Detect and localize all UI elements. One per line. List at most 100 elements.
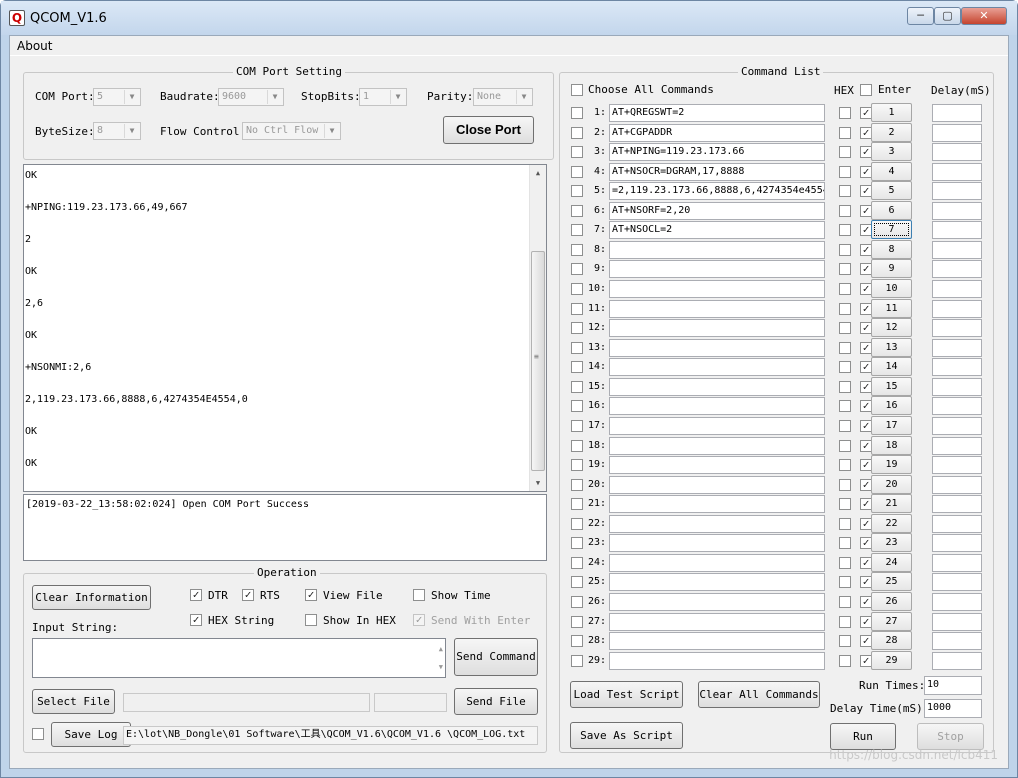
command-delay-input[interactable] — [932, 260, 982, 279]
choose-all-checkbox[interactable] — [571, 84, 583, 96]
command-hex-checkbox[interactable] — [839, 517, 851, 530]
command-hex-checkbox[interactable] — [839, 243, 851, 256]
command-delay-input[interactable] — [932, 299, 982, 318]
command-input[interactable]: AT+NSORF=2,20 — [609, 201, 825, 220]
command-hex-checkbox[interactable] — [839, 165, 851, 178]
command-delay-input[interactable] — [932, 475, 982, 494]
clear-information-button[interactable]: Clear Information — [32, 585, 151, 610]
command-input[interactable]: AT+NSOCL=2 — [609, 221, 825, 240]
command-input[interactable] — [609, 280, 825, 299]
command-hex-checkbox[interactable] — [839, 654, 851, 667]
close-port-button[interactable]: Close Port — [443, 116, 534, 144]
command-select-checkbox[interactable] — [571, 615, 583, 628]
command-input[interactable] — [609, 456, 825, 475]
command-delay-input[interactable] — [932, 436, 982, 455]
command-send-button[interactable]: 25 — [871, 572, 912, 592]
select-file-button[interactable]: Select File — [32, 689, 115, 714]
command-send-button[interactable]: 3 — [871, 142, 912, 162]
scroll-down-icon[interactable]: ▼ — [530, 475, 546, 491]
command-select-checkbox[interactable] — [571, 224, 583, 237]
command-select-checkbox[interactable] — [571, 419, 583, 432]
command-send-button[interactable]: 1 — [871, 103, 912, 122]
stop-button[interactable]: Stop — [917, 723, 984, 750]
command-select-checkbox[interactable] — [571, 126, 583, 139]
command-select-checkbox[interactable] — [571, 400, 583, 413]
command-select-checkbox[interactable] — [571, 635, 583, 648]
baudrate-select[interactable]: 9600 ▼ — [218, 88, 284, 106]
command-hex-checkbox[interactable] — [839, 537, 851, 550]
command-select-checkbox[interactable] — [571, 146, 583, 159]
command-input[interactable] — [609, 475, 825, 494]
command-select-checkbox[interactable] — [571, 361, 583, 374]
command-delay-input[interactable] — [932, 514, 982, 533]
command-input[interactable] — [609, 514, 825, 533]
command-hex-checkbox[interactable] — [839, 576, 851, 589]
log-text-area[interactable]: [2019-03-22_13:58:02:024] Open COM Port … — [23, 494, 547, 561]
command-input[interactable] — [609, 436, 825, 455]
scroll-up-icon[interactable]: ▲ — [530, 165, 546, 181]
command-hex-checkbox[interactable] — [839, 107, 851, 119]
send-file-button[interactable]: Send File — [454, 688, 538, 715]
file-path-field[interactable] — [123, 693, 370, 712]
command-select-checkbox[interactable] — [571, 459, 583, 472]
command-delay-input[interactable] — [932, 240, 982, 259]
command-hex-checkbox[interactable] — [839, 615, 851, 628]
command-select-checkbox[interactable] — [571, 556, 583, 569]
command-send-button[interactable]: 29 — [871, 650, 912, 670]
clear-all-commands-button[interactable]: Clear All Commands — [698, 681, 820, 708]
save-as-script-button[interactable]: Save As Script — [570, 722, 683, 749]
delay-time-field[interactable]: 1000 — [924, 699, 982, 718]
command-select-checkbox[interactable] — [571, 283, 583, 296]
command-hex-checkbox[interactable] — [839, 283, 851, 296]
save-log-checkbox[interactable] — [32, 728, 44, 740]
command-send-button[interactable]: 20 — [871, 474, 912, 494]
command-delay-input[interactable] — [932, 221, 982, 240]
bytesize-select[interactable]: 8 ▼ — [93, 122, 141, 140]
command-input[interactable]: AT+QREGSWT=2 — [609, 104, 825, 122]
command-select-checkbox[interactable] — [571, 517, 583, 530]
command-delay-input[interactable] — [932, 104, 982, 122]
command-hex-checkbox[interactable] — [839, 478, 851, 491]
receive-scrollbar[interactable]: ▲ ≡ ▼ — [529, 165, 546, 491]
command-delay-input[interactable] — [932, 319, 982, 338]
log-path-field[interactable]: E:\lot\NB_Dongle\01 Software\工具\QCOM_V1.… — [123, 726, 538, 745]
command-delay-input[interactable] — [932, 280, 982, 299]
command-input[interactable]: AT+NPING=119.23.173.66 — [609, 143, 825, 162]
command-input[interactable] — [609, 651, 825, 670]
command-send-button[interactable]: 14 — [871, 357, 912, 377]
command-input[interactable] — [609, 397, 825, 416]
close-button[interactable]: ✕ — [961, 7, 1007, 25]
command-send-button[interactable]: 2 — [871, 122, 912, 142]
command-hex-checkbox[interactable] — [839, 459, 851, 472]
run-times-field[interactable]: 10 — [924, 676, 982, 695]
command-delay-input[interactable] — [932, 593, 982, 611]
rts-checkbox[interactable]: ✓ — [242, 589, 254, 601]
view-file-checkbox[interactable]: ✓ — [305, 589, 317, 601]
command-input[interactable] — [609, 632, 825, 651]
show-in-hex-checkbox[interactable] — [305, 614, 317, 626]
command-select-checkbox[interactable] — [571, 439, 583, 452]
scroll-thumb[interactable]: ≡ — [531, 251, 545, 471]
parity-select[interactable]: None ▼ — [473, 88, 533, 106]
command-hex-checkbox[interactable] — [839, 635, 851, 648]
command-select-checkbox[interactable] — [571, 243, 583, 256]
com-port-select[interactable]: 5 ▼ — [93, 88, 141, 106]
command-select-checkbox[interactable] — [571, 478, 583, 491]
dtr-checkbox[interactable]: ✓ — [190, 589, 202, 601]
command-input[interactable] — [609, 612, 825, 631]
flow-control-select[interactable]: No Ctrl Flow ▼ — [242, 122, 341, 140]
command-select-checkbox[interactable] — [571, 576, 583, 589]
command-delay-input[interactable] — [932, 573, 982, 592]
command-delay-input[interactable] — [932, 143, 982, 162]
command-delay-input[interactable] — [932, 123, 982, 142]
command-input[interactable] — [609, 416, 825, 435]
command-send-button[interactable]: 8 — [871, 239, 912, 259]
command-send-button[interactable]: 21 — [871, 494, 912, 514]
command-delay-input[interactable] — [932, 397, 982, 416]
command-send-button[interactable]: 27 — [871, 611, 912, 631]
save-log-button[interactable]: Save Log — [51, 722, 131, 747]
command-select-checkbox[interactable] — [571, 302, 583, 315]
command-select-checkbox[interactable] — [571, 107, 583, 119]
command-hex-checkbox[interactable] — [839, 498, 851, 511]
command-send-button[interactable]: 15 — [871, 376, 912, 396]
